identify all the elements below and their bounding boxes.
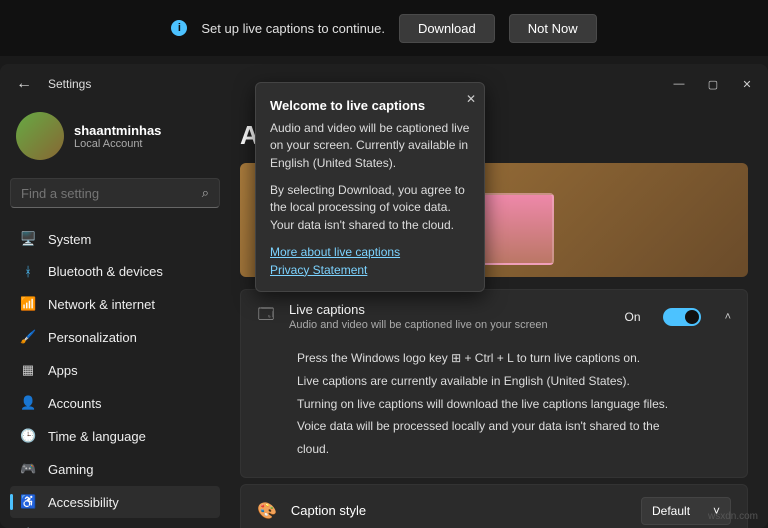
- sidebar-item-bluetooth-devices[interactable]: ᚼ Bluetooth & devices: [10, 256, 220, 287]
- nav-icon: ♿: [20, 494, 36, 510]
- nav: 🖥️ System ᚼ Bluetooth & devices 📶 Network & i…: [10, 222, 220, 528]
- live-captions-details: Press the Windows logo key ⊞ + Ctrl + L …: [241, 343, 747, 477]
- nav-label: Accounts: [48, 396, 101, 411]
- search-input[interactable]: ⌕: [10, 178, 220, 208]
- back-icon[interactable]: ←: [14, 75, 34, 93]
- note-1: Press the Windows logo key ⊞ + Ctrl + L …: [297, 347, 691, 370]
- chevron-up-icon[interactable]: ˄: [725, 311, 731, 323]
- search-icon: ⌕: [202, 185, 209, 201]
- profile-name: shaantminhas: [74, 123, 161, 138]
- nav-icon: 🖌️: [20, 329, 36, 345]
- sidebar-item-personalization[interactable]: 🖌️ Personalization: [10, 321, 220, 353]
- captions-icon: 🗔: [257, 304, 275, 329]
- nav-label: Bluetooth & devices: [48, 264, 163, 279]
- welcome-tooltip: ✕ Welcome to live captions Audio and vid…: [255, 82, 485, 292]
- caption-style-card: 🎨 Caption style Default ˅ Edit Delete: [240, 484, 748, 528]
- nav-icon: 👤: [20, 395, 36, 411]
- nav-icon: 🕒: [20, 428, 36, 444]
- nav-label: Time & language: [48, 429, 146, 444]
- avatar: [16, 112, 64, 160]
- caption-style-value: Default: [652, 504, 690, 518]
- sidebar-item-accounts[interactable]: 👤 Accounts: [10, 387, 220, 419]
- note-2: Live captions are currently available in…: [297, 370, 691, 393]
- sidebar-item-time-language[interactable]: 🕒 Time & language: [10, 420, 220, 452]
- tooltip-p2: By selecting Download, you agree to the …: [270, 182, 470, 234]
- minimize-button[interactable]: ―: [672, 78, 686, 91]
- sidebar: shaantminhas Local Account ⌕ 🖥️ System ᚼ Bl…: [0, 104, 230, 528]
- window-title: Settings: [48, 77, 91, 91]
- tooltip-title: Welcome to live captions: [270, 97, 470, 116]
- sidebar-item-system[interactable]: 🖥️ System: [10, 223, 220, 255]
- nav-icon: 🎮: [20, 461, 36, 477]
- nav-icon: ▦: [20, 362, 36, 378]
- nav-icon: 🖥️: [20, 231, 36, 247]
- nav-label: Network & internet: [48, 297, 155, 312]
- live-captions-card: 🗔 Live captions Audio and video will be …: [240, 289, 748, 478]
- live-captions-title: Live captions: [289, 302, 611, 317]
- live-captions-sub: Audio and video will be captioned live o…: [289, 319, 611, 331]
- tooltip-link-more[interactable]: More about live captions: [270, 244, 470, 261]
- nav-label: Personalization: [48, 330, 137, 345]
- nav-label: Gaming: [48, 462, 94, 477]
- banner-text: Set up live captions to continue.: [201, 21, 385, 36]
- nav-label: System: [48, 232, 91, 247]
- download-button[interactable]: Download: [399, 14, 495, 43]
- search-field[interactable]: [21, 186, 202, 201]
- caption-style-title: Caption style: [291, 503, 627, 518]
- maximize-button[interactable]: ▢: [706, 78, 720, 91]
- nav-label: Accessibility: [48, 495, 119, 510]
- tooltip-close-icon[interactable]: ✕: [466, 91, 476, 108]
- watermark: wsxdn.com: [708, 511, 758, 522]
- live-captions-toggle[interactable]: [663, 308, 701, 326]
- nav-label: Apps: [48, 363, 78, 378]
- caption-style-row: 🎨 Caption style Default ˅: [241, 485, 747, 528]
- notnow-button[interactable]: Not Now: [509, 14, 597, 43]
- profile[interactable]: shaantminhas Local Account: [10, 104, 220, 178]
- toggle-state: On: [625, 310, 641, 324]
- sidebar-item-gaming[interactable]: 🎮 Gaming: [10, 453, 220, 485]
- profile-sub: Local Account: [74, 138, 161, 150]
- sidebar-item-accessibility[interactable]: ♿ Accessibility: [10, 486, 220, 518]
- close-button[interactable]: ✕: [740, 78, 754, 91]
- nav-icon: ᚼ: [20, 264, 36, 279]
- style-icon: 🎨: [257, 501, 277, 521]
- setup-banner: i Set up live captions to continue. Down…: [0, 0, 768, 56]
- sidebar-item-apps[interactable]: ▦ Apps: [10, 354, 220, 386]
- tooltip-p1: Audio and video will be captioned live o…: [270, 120, 470, 172]
- sidebar-item-privacy-security[interactable]: 🛡️Privacy & security: [10, 519, 220, 528]
- info-icon: i: [171, 20, 187, 36]
- tooltip-link-privacy[interactable]: Privacy Statement: [270, 262, 470, 279]
- sidebar-item-network-internet[interactable]: 📶 Network & internet: [10, 288, 220, 320]
- nav-icon: 📶: [20, 296, 36, 312]
- live-captions-row[interactable]: 🗔 Live captions Audio and video will be …: [241, 290, 747, 343]
- note-3: Turning on live captions will download t…: [297, 393, 691, 461]
